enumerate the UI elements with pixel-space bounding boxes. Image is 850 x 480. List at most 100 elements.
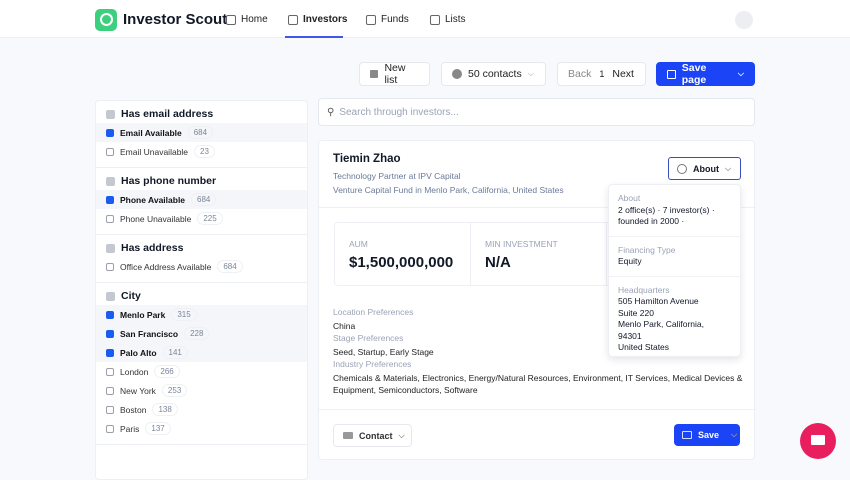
location-label: Location Preferences [333,307,414,317]
contacts-dropdown[interactable]: 50 contacts ⌵ [441,62,546,86]
hq-line: 505 Hamilton Avenue [618,296,699,306]
checkbox[interactable] [106,195,114,204]
option-count: 266 [154,365,180,378]
nav-home[interactable]: Home [226,14,268,25]
filter-section: Has phone number Phone Available 684 Phone … [96,168,307,235]
next-button[interactable]: Next [612,68,634,80]
stage-label: Stage Preferences [333,333,404,343]
contact-button[interactable]: Contact ⌵ [333,424,412,447]
lock-icon [430,14,440,25]
mail-icon [343,432,353,439]
option-label: Palo Alto [120,347,157,358]
search-input[interactable]: ⚲ Search through investors... [318,98,755,126]
globe-icon [677,163,687,174]
nav-funds[interactable]: Funds [366,14,409,25]
save-page-button[interactable]: Save page ⌵ [656,62,755,86]
filter-option[interactable]: London 266 [96,362,307,381]
pagination: Back 1 Next [557,62,646,86]
aum-value: $1,500,000,000 [349,254,454,271]
label: Save [698,430,720,440]
financing-label: Financing Type [618,244,676,255]
option-count: 23 [194,145,215,158]
checkbox[interactable] [106,386,114,395]
filter-option[interactable]: Phone Available 684 [96,190,307,209]
checkbox[interactable] [106,424,114,433]
chevron-down-icon: ⌵ [731,430,738,439]
option-count: 315 [171,308,197,321]
option-count: 684 [217,260,243,273]
about-dropdown-button[interactable]: About ⌵ [668,157,741,180]
filter-option[interactable]: San Francisco 228 [96,324,307,343]
filter-option[interactable]: Email Unavailable 23 [96,142,307,161]
industry-value: Chemicals & Materials, Electronics, Ener… [333,373,743,395]
option-count: 141 [162,346,188,359]
hq-label: Headquarters [618,284,670,295]
filter-option[interactable]: Menlo Park 315 [96,305,307,324]
checkbox[interactable] [106,128,114,137]
min-investment-value: N/A [485,254,511,271]
filter-option[interactable]: Palo Alto 141 [96,343,307,362]
option-label: New York [120,385,156,396]
filter-option[interactable]: New York 253 [96,381,307,400]
label: New list [384,62,406,86]
chevron-down-icon: ⌵ [725,163,732,173]
filter-option[interactable]: Paris 137 [96,419,307,438]
logo-icon[interactable] [95,9,117,31]
option-label: Phone Available [120,194,186,205]
label: 50 contacts [468,68,522,80]
filter-title: Has phone number [121,175,217,187]
building-icon [106,243,115,253]
checkbox[interactable] [106,262,114,271]
about-label: About [618,193,641,203]
checkbox[interactable] [106,329,114,338]
hq-line: United States [618,342,670,352]
chevron-down-icon: ⌵ [737,69,744,78]
new-list-button[interactable]: New list [359,62,430,86]
avatar[interactable] [735,11,753,29]
hq-line: Suite 220 [618,307,654,318]
filter-heading: Has phone number [96,175,307,190]
option-label: San Francisco [120,328,179,339]
chevron-down-icon: ⌵ [398,430,405,440]
min-investment-label: MIN INVESTMENT [485,239,558,249]
checkbox[interactable] [106,214,114,223]
home-icon [226,14,236,25]
nav-label: Funds [381,14,409,25]
filter-option[interactable]: Boston 138 [96,400,307,419]
nav-label: Lists [445,14,466,25]
option-count: 137 [145,422,171,435]
nav-label: Investors [303,14,348,25]
checkbox[interactable] [106,367,114,376]
filter-section: Has address Office Address Available 684 [96,235,307,283]
checkbox[interactable] [106,405,114,414]
filter-option[interactable]: Email Available 684 [96,123,307,142]
filter-sidebar: Has email address Email Available 684 Email… [95,100,308,480]
brand-name[interactable]: Investor Scout [123,11,227,28]
option-label: Office Address Available [120,261,212,272]
stats-box: AUM $1,500,000,000 MIN INVESTMENT N/A [334,222,634,286]
industry-label: Industry Preferences [333,359,412,369]
nav-investors[interactable]: Investors [288,14,347,25]
option-label: Email Unavailable [120,146,189,157]
hq-line: Menlo Park, California, [618,319,704,329]
briefcase-icon [366,14,376,25]
back-button[interactable]: Back [568,68,591,80]
filter-option[interactable]: Phone Unavailable 225 [96,209,307,228]
investor-name[interactable]: Tiemin Zhao [333,153,401,165]
option-count: 684 [187,126,214,139]
save-icon [682,431,692,439]
option-label: Phone Unavailable [120,213,192,224]
checkbox[interactable] [106,310,114,319]
label: Contact [359,430,393,441]
filter-option[interactable]: Office Address Available 684 [96,257,307,276]
nav-label: Home [241,14,268,25]
checkbox[interactable] [106,147,114,156]
filter-title: City [121,290,141,302]
checkbox[interactable] [106,348,114,357]
option-label: London [120,366,149,377]
label: About [693,163,719,174]
chat-widget-button[interactable] [800,423,836,459]
save-button[interactable]: Save ⌵ [674,424,740,446]
nav-lists[interactable]: Lists [430,14,466,25]
option-label: Paris [120,423,140,434]
